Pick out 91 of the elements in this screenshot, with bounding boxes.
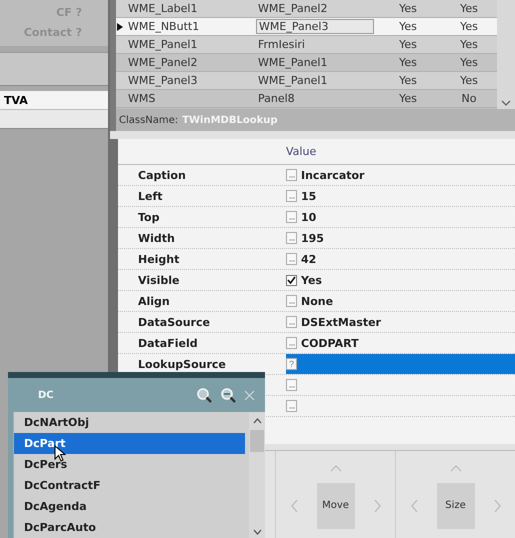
row-pointer-icon [116, 22, 124, 32]
list-item[interactable]: DcAgenda [14, 496, 245, 517]
table-cell-text: WME_Panel1 [257, 74, 328, 87]
table-cell-text: WME_NButt1 [127, 20, 200, 33]
property-value[interactable]: Yes [286, 270, 515, 290]
table-cell-text: WME_Panel2 [127, 56, 198, 69]
property-name: DataSource [138, 316, 211, 329]
table-cell-text: Yes [459, 2, 479, 15]
list-item[interactable]: DcContractF [14, 475, 245, 496]
grid-row[interactable]: WME_Panel2 WME_Panel1 Yes Yes [116, 54, 497, 72]
property-value[interactable]: CODPART [286, 333, 515, 354]
table-cell-text: Yes [459, 74, 479, 87]
table-cell-text: WME_Panel1 [127, 38, 198, 51]
list-item[interactable]: DcNArtObj [14, 412, 245, 433]
property-value[interactable]: None [286, 291, 515, 312]
value-text: Incarcator [301, 168, 364, 182]
property-name: Top [138, 210, 160, 224]
table-cell-text: Yes [459, 56, 479, 69]
table-cell-text: Yes [398, 74, 418, 87]
property-value[interactable]: DSExtMaster [286, 312, 515, 332]
value-text: None [301, 294, 334, 308]
property-value[interactable]: 10 [286, 207, 515, 228]
property-name: DataField [138, 336, 199, 350]
value-text: 15 [301, 190, 316, 203]
property-value[interactable]: 15 [286, 186, 515, 206]
property-value[interactable]: 195 [286, 228, 515, 248]
nav-label-button[interactable]: Move [316, 482, 354, 528]
table-cell-text: Yes [398, 20, 418, 33]
table-cell-text: FrmIesiri [257, 38, 306, 51]
table-cell-text: Yes [398, 38, 418, 51]
property-name: Align [138, 294, 171, 308]
value-text: CODPART [301, 336, 359, 350]
search-icon[interactable] [196, 387, 212, 403]
grid-row[interactable]: WME_Panel3 WME_Panel1 Yes Yes [116, 72, 497, 90]
value-text: 10 [301, 210, 316, 224]
table-cell-text: Panel8 [257, 92, 296, 105]
value-text: DSExtMaster [301, 316, 381, 329]
table-cell-text: Yes [398, 56, 418, 69]
ellipsis-button[interactable] [286, 337, 297, 350]
ellipsis-button[interactable] [286, 316, 297, 328]
table-cell-text: Yes [398, 92, 418, 105]
property-name: Left [138, 190, 164, 203]
table-cell: WME_Panel3 [256, 19, 374, 34]
property-name: Caption [138, 168, 187, 182]
ellipsis-button[interactable] [286, 400, 297, 412]
list-item[interactable]: DcParcAuto [14, 517, 245, 538]
table-cell-text: WMS [127, 92, 156, 105]
grid-row[interactable]: WME_NButt1 WME_Panel3 Yes Yes [116, 18, 497, 36]
section-label: TVA [0, 91, 108, 109]
popup-title: DC [38, 390, 55, 400]
scroll-down-icon[interactable] [252, 529, 262, 535]
property-value[interactable]: ? [286, 354, 515, 374]
check-icon [287, 276, 296, 284]
property-name: LookupSource [138, 358, 227, 371]
table-cell-text: WME_Panel1 [257, 56, 328, 69]
value-text: 195 [301, 232, 324, 245]
grid-row[interactable]: WME_Label1 WME_Panel2 Yes Yes [116, 0, 497, 18]
lookup-button[interactable]: ? [286, 358, 297, 370]
property-name: Height [138, 252, 180, 266]
ellipsis-button[interactable] [286, 232, 297, 244]
scroll-thumb[interactable] [250, 430, 264, 452]
list-item[interactable]: DcPart [14, 433, 245, 454]
nav-label-button[interactable]: Size [436, 482, 474, 528]
table-cell-text: Yes [459, 38, 479, 51]
scroll-up-icon[interactable] [252, 418, 262, 424]
table-cell-text: No [460, 92, 478, 105]
checkbox[interactable] [286, 274, 297, 286]
property-name: Visible [138, 274, 181, 287]
ellipsis-button[interactable] [286, 295, 297, 308]
table-cell-text: Yes [459, 20, 479, 33]
grid-row[interactable]: WMS Panel8 Yes No [116, 90, 497, 108]
grid-row[interactable]: WME_Panel1 FrmIesiri Yes Yes [116, 36, 497, 54]
table-cell-text: Yes [398, 2, 418, 15]
table-cell-text: WME_Panel2 [257, 2, 328, 15]
list-item[interactable]: DcPers [14, 454, 245, 475]
class-name-value: TWinMDBLookup [182, 114, 278, 126]
table-cell-text: WME_Label1 [127, 2, 198, 15]
ellipsis-button[interactable] [286, 379, 297, 392]
property-value[interactable]: Incarcator [286, 165, 515, 186]
ellipsis-button[interactable] [286, 169, 297, 182]
ellipsis-button[interactable] [286, 253, 297, 266]
value-text: Yes [301, 274, 322, 287]
ellipsis-button[interactable] [286, 211, 297, 224]
property-name: Width [138, 232, 176, 245]
value-text: 42 [301, 252, 316, 266]
scroll-down-icon[interactable] [501, 99, 511, 108]
table-cell-text: WME_Panel3 [127, 74, 198, 87]
column-header: Value [118, 139, 515, 166]
property-value[interactable]: 42 [286, 249, 515, 270]
class-name-label: ClassName: [119, 114, 178, 126]
ellipsis-button[interactable] [286, 190, 297, 202]
